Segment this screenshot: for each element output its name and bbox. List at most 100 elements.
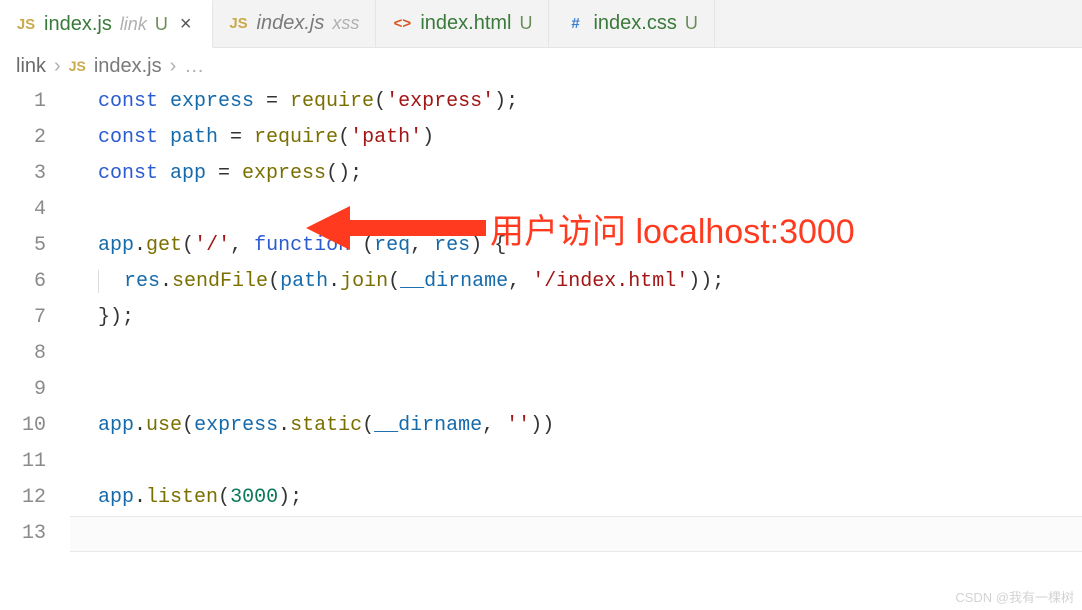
token-punct: . (134, 414, 146, 437)
js-file-icon: JS (229, 14, 249, 34)
git-status-badge: U (519, 13, 532, 34)
token-punct: . (134, 486, 146, 509)
code-line[interactable]: app.use(express.static(__dirname, '')) (98, 408, 1082, 444)
token-punct: ( (182, 234, 194, 257)
css-file-icon: # (565, 14, 585, 34)
code-line[interactable]: const express = require('express'); (98, 84, 1082, 120)
token-punct: = (218, 126, 254, 149)
token-str: 'path' (350, 126, 422, 149)
line-number: 2 (0, 120, 46, 156)
token-builtin: __dirname (374, 414, 482, 437)
token-call: static (290, 414, 362, 437)
token-var: path (170, 126, 218, 149)
tab-folder: link (120, 14, 147, 35)
token-punct: = (206, 162, 242, 185)
token-punct: . (134, 234, 146, 257)
line-number: 12 (0, 480, 46, 516)
token-call: require (290, 90, 374, 113)
tab-bar: JSindex.jslinkU×JSindex.jsxss<>index.htm… (0, 0, 1082, 48)
tab-index-js-xss[interactable]: JSindex.jsxss (213, 0, 377, 47)
breadcrumb-folder[interactable]: link (16, 55, 46, 78)
line-number: 4 (0, 192, 46, 228)
breadcrumb[interactable]: link › JS index.js › … (0, 48, 1082, 84)
tab-filename: index.js (257, 12, 325, 35)
tab-index-js-link[interactable]: JS index.js link U × (0, 0, 213, 48)
code-line[interactable] (98, 444, 1082, 480)
token-punct: )); (688, 270, 724, 293)
token-punct: ) (422, 126, 434, 149)
line-number: 3 (0, 156, 46, 192)
line-number: 6 (0, 264, 46, 300)
line-number: 5 (0, 228, 46, 264)
token-kw: const (98, 126, 170, 149)
token-punct: , (230, 234, 254, 257)
token-punct: ( (268, 270, 280, 293)
token-obj: res (124, 270, 160, 293)
token-num: 3000 (230, 486, 278, 509)
token-str: '/index.html' (532, 270, 688, 293)
code-line[interactable] (98, 336, 1082, 372)
tab-index-html[interactable]: <> index.html U (376, 0, 549, 47)
token-call: require (254, 126, 338, 149)
chevron-right-icon: › (54, 55, 61, 78)
token-kw: const (98, 162, 170, 185)
code-line[interactable] (98, 372, 1082, 408)
token-kw: const (98, 90, 170, 113)
code-line[interactable] (98, 192, 1082, 228)
token-kw: function (254, 234, 362, 257)
token-obj: path (280, 270, 328, 293)
token-punct: . (328, 270, 340, 293)
token-var: app (170, 162, 206, 185)
git-status-badge: U (155, 14, 168, 35)
token-punct: ( (218, 486, 230, 509)
token-obj: express (194, 414, 278, 437)
watermark: CSDN @我有一棵树 (955, 587, 1074, 606)
token-punct: ( (362, 234, 374, 257)
token-punct: = (254, 90, 290, 113)
tab-filename: index.css (593, 12, 676, 35)
breadcrumb-file[interactable]: index.js (94, 55, 162, 78)
tab-index-css[interactable]: #index.cssU (549, 0, 714, 47)
token-punct: (); (326, 162, 362, 185)
js-file-icon: JS (69, 58, 86, 74)
tab-filename: index.html (420, 12, 511, 35)
code-line[interactable]: app.get('/', function (req, res) { (98, 228, 1082, 264)
code-line[interactable]: const app = express(); (98, 156, 1082, 192)
token-var: express (170, 90, 254, 113)
line-number: 8 (0, 336, 46, 372)
breadcrumb-more[interactable]: … (184, 55, 204, 78)
code-line[interactable]: res.sendFile(path.join(__dirname, '/inde… (98, 264, 1082, 300)
token-punct: . (160, 270, 172, 293)
line-number: 9 (0, 372, 46, 408)
token-punct: ); (494, 90, 518, 113)
token-call: get (146, 234, 182, 257)
token-punct: ); (278, 486, 302, 509)
html-file-icon: <> (392, 14, 412, 34)
token-punct: ( (182, 414, 194, 437)
code-line[interactable]: app.listen(3000); (98, 480, 1082, 516)
token-call: sendFile (172, 270, 268, 293)
token-obj: app (98, 414, 134, 437)
tab-filename: index.js (44, 13, 112, 36)
token-punct: ( (374, 90, 386, 113)
token-str: '' (506, 414, 530, 437)
code-editor[interactable]: 12345678910111213 const express = requir… (0, 84, 1082, 552)
close-icon[interactable]: × (176, 12, 196, 36)
line-number: 10 (0, 408, 46, 444)
token-call: express (242, 162, 326, 185)
token-punct: ( (388, 270, 400, 293)
token-punct: , (410, 234, 434, 257)
token-punct: }); (98, 306, 134, 329)
code-line[interactable]: const path = require('path') (98, 120, 1082, 156)
token-punct: ) { (470, 234, 506, 257)
chevron-right-icon: › (170, 55, 177, 78)
js-file-icon: JS (16, 14, 36, 34)
code-area[interactable]: const express = require('express');const… (70, 84, 1082, 552)
token-builtin: __dirname (400, 270, 508, 293)
code-line[interactable]: }); (98, 300, 1082, 336)
token-obj: app (98, 486, 134, 509)
token-str: '/' (194, 234, 230, 257)
token-punct: . (278, 414, 290, 437)
line-number: 11 (0, 444, 46, 480)
token-param: req (374, 234, 410, 257)
